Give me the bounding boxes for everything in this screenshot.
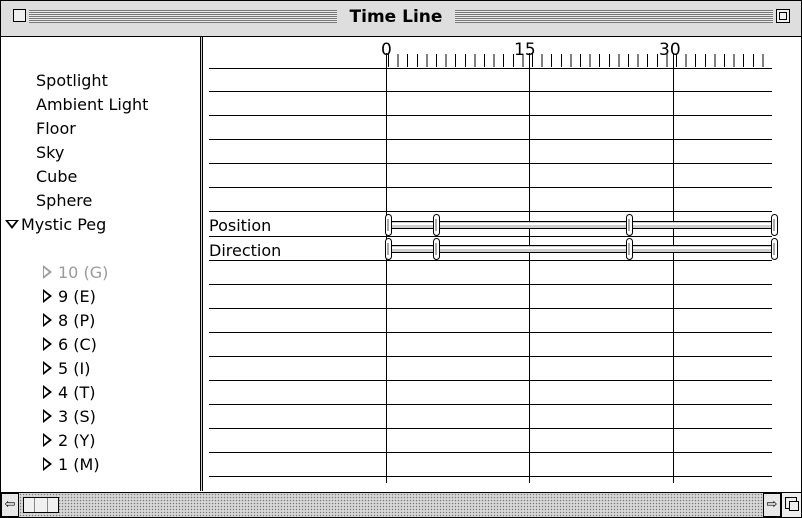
- zoom-box[interactable]: [776, 9, 790, 23]
- row-separator: [209, 356, 772, 357]
- gridline-time-0: [386, 53, 387, 483]
- subtrack-item[interactable]: 10 (G): [43, 263, 108, 283]
- disclosure-triangle-closed-icon[interactable]: [43, 289, 52, 303]
- disclosure-triangle-closed-icon[interactable]: [43, 409, 52, 423]
- track-sphere[interactable]: Sphere: [36, 191, 92, 211]
- direction-track-bar[interactable]: [389, 245, 775, 253]
- subtrack-label: 8 (P): [58, 311, 96, 330]
- resize-grow-box-icon[interactable]: [781, 492, 801, 517]
- row-separator: [209, 187, 772, 188]
- row-separator: [209, 404, 772, 405]
- row-separator: [209, 476, 772, 477]
- horizontal-scrollbar[interactable]: ⇦ ⇨: [1, 492, 781, 517]
- disclosure-triangle-closed-icon[interactable]: [43, 337, 52, 351]
- subtrack-label: 3 (S): [58, 407, 96, 426]
- keyframe-handle[interactable]: [433, 214, 440, 236]
- disclosure-triangle-closed-icon[interactable]: [43, 361, 52, 375]
- subtrack-item[interactable]: 5 (I): [43, 359, 90, 379]
- position-track-bar[interactable]: [389, 221, 775, 229]
- disclosure-triangle-closed-icon[interactable]: [43, 433, 52, 447]
- scroll-thumb[interactable]: [23, 497, 59, 513]
- scroll-left-arrow-icon[interactable]: ⇦: [1, 493, 19, 517]
- track-mystic-peg-label: Mystic Peg: [21, 215, 107, 234]
- close-box[interactable]: [13, 9, 26, 22]
- subtrack-item[interactable]: 6 (C): [43, 335, 97, 355]
- row-separator: [209, 115, 772, 116]
- keyframe-handle[interactable]: [385, 238, 392, 260]
- pane-divider[interactable]: [200, 37, 203, 491]
- track-spotlight[interactable]: Spotlight: [36, 71, 108, 91]
- track-ambient-light[interactable]: Ambient Light: [36, 95, 148, 115]
- keyframe-handle[interactable]: [626, 238, 633, 260]
- row-separator: [209, 308, 772, 309]
- track-cube[interactable]: Cube: [36, 167, 77, 187]
- row-separator: [209, 163, 772, 164]
- property-direction-label[interactable]: Direction: [209, 241, 281, 261]
- row-separator: [209, 91, 772, 92]
- subtrack-label: 2 (Y): [58, 431, 96, 450]
- subtrack-label: 4 (T): [58, 383, 96, 402]
- row-separator: [209, 139, 772, 140]
- keyframe-handle[interactable]: [433, 238, 440, 260]
- row-separator: [209, 380, 772, 381]
- disclosure-triangle-open-icon[interactable]: [5, 220, 19, 229]
- keyframe-handle[interactable]: [771, 238, 778, 260]
- row-separator: [209, 428, 772, 429]
- scroll-right-arrow-icon[interactable]: ⇨: [763, 493, 781, 517]
- gridline-time-15: [529, 53, 530, 483]
- subtrack-label: 5 (I): [58, 359, 91, 378]
- title-bar[interactable]: Time Line: [1, 1, 801, 37]
- track-sky[interactable]: Sky: [36, 143, 64, 163]
- subtrack-item[interactable]: 2 (Y): [43, 431, 96, 451]
- disclosure-triangle-closed-icon[interactable]: [43, 265, 52, 279]
- disclosure-triangle-closed-icon[interactable]: [43, 457, 52, 471]
- subtrack-label: 1 (M): [58, 455, 100, 474]
- time-ruler[interactable]: [388, 54, 772, 67]
- gridline-time-30: [673, 53, 674, 483]
- row-separator: [209, 236, 772, 237]
- subtrack-item[interactable]: 8 (P): [43, 311, 95, 331]
- track-list: Spotlight Ambient Light Floor Sky Cube S…: [1, 37, 199, 491]
- disclosure-triangle-closed-icon[interactable]: [43, 313, 52, 327]
- window-title: Time Line: [337, 6, 455, 28]
- disclosure-triangle-closed-icon[interactable]: [43, 385, 52, 399]
- row-separator: [209, 260, 772, 261]
- row-separator: [209, 332, 772, 333]
- keyframe-handle[interactable]: [771, 214, 778, 236]
- subtrack-item[interactable]: 4 (T): [43, 383, 96, 403]
- subtrack-item[interactable]: 9 (E): [43, 287, 96, 307]
- row-separator: [209, 68, 772, 69]
- subtrack-label: 6 (C): [58, 335, 97, 354]
- subtrack-item[interactable]: 1 (M): [43, 455, 100, 475]
- row-separator: [209, 211, 772, 212]
- subtrack-item[interactable]: 3 (S): [43, 407, 96, 427]
- property-position-label[interactable]: Position: [209, 216, 271, 236]
- keyframe-handle[interactable]: [626, 214, 633, 236]
- track-mystic-peg[interactable]: Mystic Peg: [5, 215, 106, 235]
- row-separator: [209, 452, 772, 453]
- row-separator: [209, 284, 772, 285]
- subtrack-label: 10 (G): [58, 263, 109, 282]
- keyframe-handle[interactable]: [385, 214, 392, 236]
- track-floor[interactable]: Floor: [36, 119, 76, 139]
- subtrack-label: 9 (E): [58, 287, 96, 306]
- timeline-window: Time Line Spotlight Ambient Light Floor …: [0, 0, 802, 518]
